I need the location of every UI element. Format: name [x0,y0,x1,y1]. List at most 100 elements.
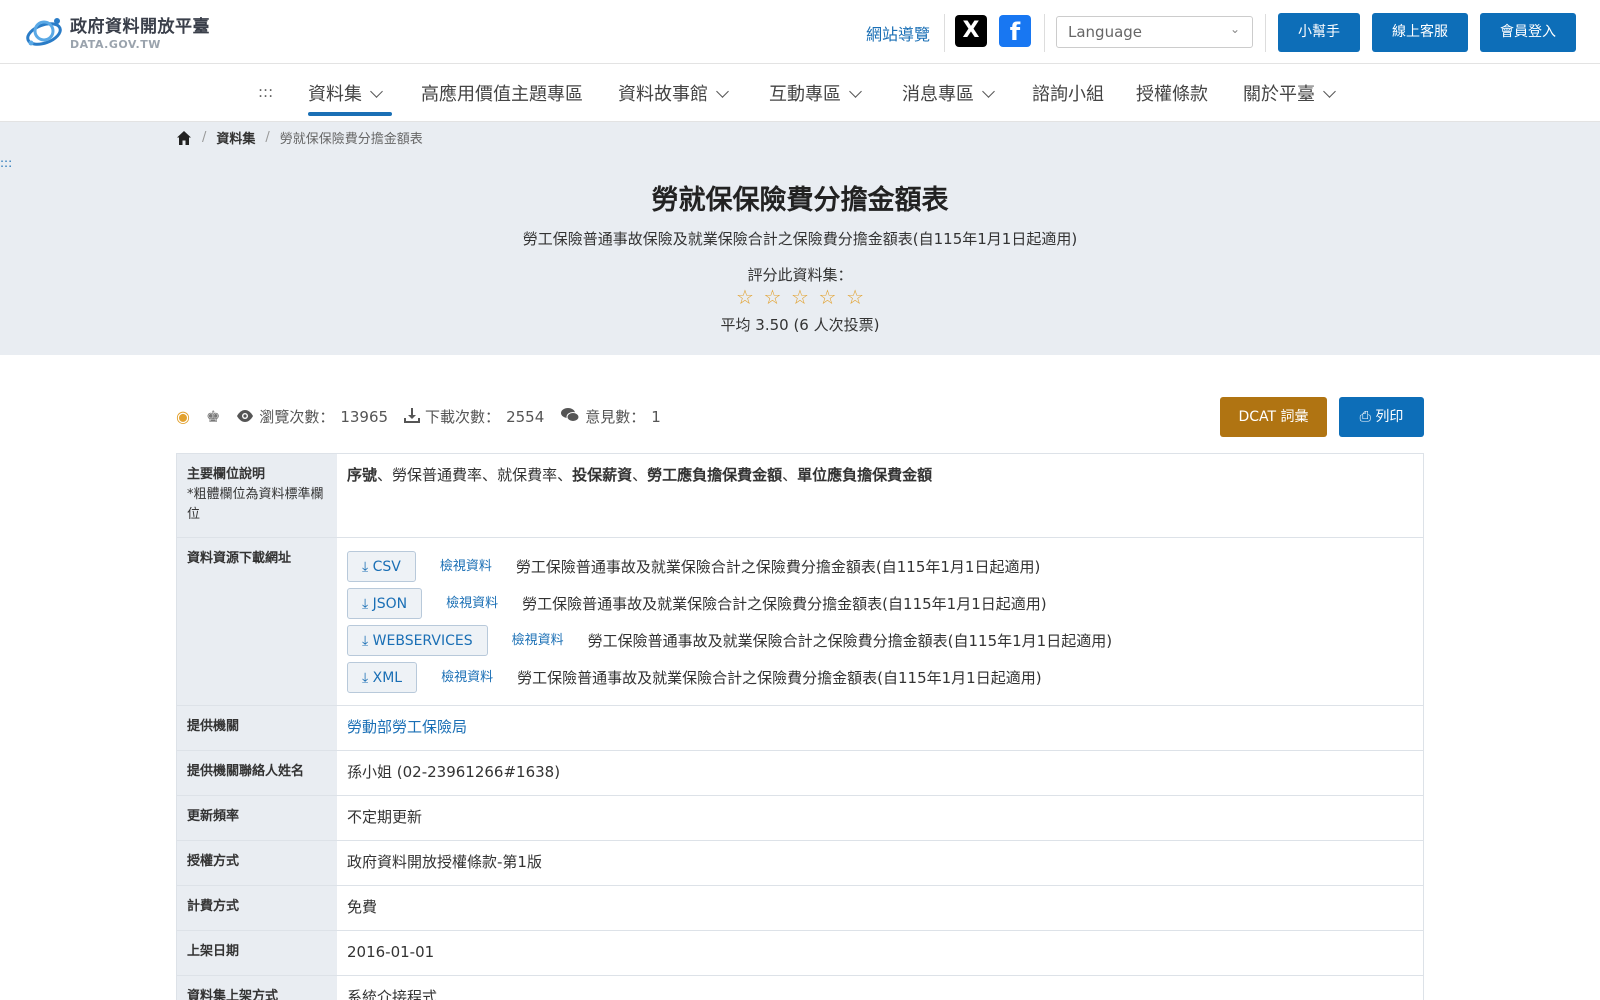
home-icon[interactable] [176,130,192,146]
printer-icon: ⎙ [1359,409,1371,425]
publish-method-value: 系統介接程式 [347,988,438,1000]
member-login-button[interactable]: 會員登入 [1480,13,1576,52]
row-label: 計費方式 [177,886,337,930]
nav-item-interactive[interactable]: 互動專區 [769,80,862,106]
facebook-icon[interactable]: f [999,15,1031,47]
contact-value: 孫小姐 (02-23961266#1638) [347,763,561,781]
field-name: 就保費率 [497,466,558,484]
nav-item-license[interactable]: 授權條款 [1136,80,1208,106]
download-count: 下載次數： 2554 [404,406,544,427]
divider [944,14,945,52]
chevron-down-icon [370,85,383,98]
breadcrumb-datasets[interactable]: 資料集 [216,128,255,147]
resource-item: ⤓ JSON 檢視資料 勞工保險普通事故及就業保險合計之保險費分擔金額表(自11… [347,585,1413,622]
row-label: 提供機關 [177,706,337,750]
accesskey-link[interactable]: ::: [0,156,12,170]
language-placeholder: Language [1068,23,1143,41]
star-icon[interactable]: ☆ [791,286,809,308]
row-label: 更新頻率 [177,796,337,840]
field-name: 、 [557,466,573,484]
chevron-down-icon: ⌄ [1229,22,1240,36]
field-name: 勞工應負擔保費金額 [647,466,783,484]
star-icon[interactable]: ☆ [736,286,754,308]
license-value: 政府資料開放授權條款-第1版 [347,853,542,871]
row-label: 資料資源下載網址 [177,538,337,705]
table-row: 提供機關 勞動部勞工保險局 [177,706,1423,751]
breadcrumb-current: 勞就保保險費分擔金額表 [279,132,423,147]
chevron-down-icon [1323,85,1336,98]
nav-item-advisory[interactable]: 諮詢小組 [1032,80,1104,106]
row-label: 提供機關聯絡人姓名 [177,751,337,795]
table-row: 計費方式 免費 [177,886,1423,931]
table-row: 更新頻率 不定期更新 [177,796,1423,841]
fields-note: *粗體欄位為資料標準欄位 [187,487,324,522]
nav-item-high-value[interactable]: 高應用價值主題專區 [421,80,583,106]
field-name: 、 [632,466,648,484]
nav-label: 授權條款 [1136,84,1208,105]
download-icon [404,407,421,427]
language-select[interactable]: Language ⌄ [1056,16,1253,48]
site-logo[interactable]: 政府資料開放平臺 DATA.GOV.TW [24,12,210,51]
helper-button[interactable]: 小幫手 [1278,13,1360,52]
field-name: 、 [782,466,798,484]
view-data-link[interactable]: 檢視資料 [440,556,492,578]
nav-item-about[interactable]: 關於平臺 [1243,80,1336,106]
resource-title: 勞工保險普通事故及就業保險合計之保險費分擔金額表(自115年1月1日起適用) [522,594,1047,613]
update-frequency-value: 不定期更新 [347,808,423,826]
view-count: 瀏覽次數： 13965 [236,406,388,427]
logo-subtitle: DATA.GOV.TW [70,38,161,51]
field-name: 勞保普通費率 [392,466,483,484]
nav-label: 消息專區 [902,84,974,105]
view-count-label: 瀏覽次數： [259,408,335,426]
field-name: 、 [377,466,393,484]
accesskey-link[interactable]: ::: [258,83,273,101]
download-count-value: 2554 [506,407,545,426]
row-label: 主要欄位說明 *粗體欄位為資料標準欄位 [177,454,337,537]
nav-item-news[interactable]: 消息專區 [902,80,995,106]
nav-label: 諮詢小組 [1032,84,1104,105]
breadcrumb-separator: / [202,130,207,145]
nav-item-stories[interactable]: 資料故事館 [618,80,729,106]
rating-label: 評分此資料集： [747,266,853,284]
resource-list: ⤓ CSV 檢視資料 勞工保險普通事故及就業保險合計之保險費分擔金額表(自115… [337,538,1423,705]
chevron-down-icon [716,85,729,98]
provider-agency-link[interactable]: 勞動部勞工保險局 [347,718,467,736]
fields-list: 序號、勞保普通費率、就保費率、投保薪資、勞工應負擔保費金額、單位應負擔保費金額 [337,454,1423,537]
field-name: 單位應負擔保費金額 [797,466,933,484]
sitemap-link[interactable]: 網站導覽 [866,21,930,45]
star-rating[interactable]: ☆ ☆ ☆ ☆ ☆ [736,286,864,308]
download-csv-button[interactable]: ⤓ CSV [347,551,416,582]
fields-label: 主要欄位說明 [187,467,266,482]
resource-item: ⤓ CSV 檢視資料 勞工保險普通事故及就業保險合計之保險費分擔金額表(自115… [347,548,1413,585]
nav-label: 關於平臺 [1243,84,1315,105]
table-row: 資料集上架方式 系統介接程式 [177,976,1423,1000]
print-button[interactable]: ⎙ 列印 [1339,397,1424,437]
comments-icon [560,407,580,427]
view-data-link[interactable]: 檢視資料 [441,667,493,689]
publish-date-value: 2016-01-01 [347,943,435,961]
star-icon[interactable]: ☆ [764,286,782,308]
download-webservices-button[interactable]: ⤓ WEBSERVICES [347,625,488,656]
field-name: 序號 [347,466,378,484]
star-icon[interactable]: ☆ [846,286,864,308]
star-icon[interactable]: ☆ [819,286,837,308]
download-xml-button[interactable]: ⤓ XML [347,662,418,693]
resource-title: 勞工保險普通事故及就業保險合計之保險費分擔金額表(自115年1月1日起適用) [587,631,1113,650]
divider [1044,14,1045,52]
nav-label: 資料故事館 [618,84,708,105]
x-twitter-icon[interactable]: X [955,15,987,47]
nav-label: 互動專區 [769,84,841,105]
view-data-link[interactable]: 檢視資料 [512,630,564,652]
dcat-vocabulary-button[interactable]: DCAT 詞彙 [1220,397,1327,437]
nav-item-datasets[interactable]: 資料集 [308,80,383,106]
nav-active-indicator [308,112,392,116]
average-rating: 平均 3.50 (6 人次投票) [720,316,880,334]
download-json-button[interactable]: ⤓ JSON [347,588,423,619]
row-label: 上架日期 [177,931,337,975]
view-data-link[interactable]: 檢視資料 [446,593,498,615]
online-service-button[interactable]: 線上客服 [1372,13,1468,52]
chevron-down-icon [849,85,862,98]
row-label: 資料集上架方式 [177,976,337,1000]
logo-title: 政府資料開放平臺 [70,17,210,37]
comment-count-value: 1 [651,407,661,426]
